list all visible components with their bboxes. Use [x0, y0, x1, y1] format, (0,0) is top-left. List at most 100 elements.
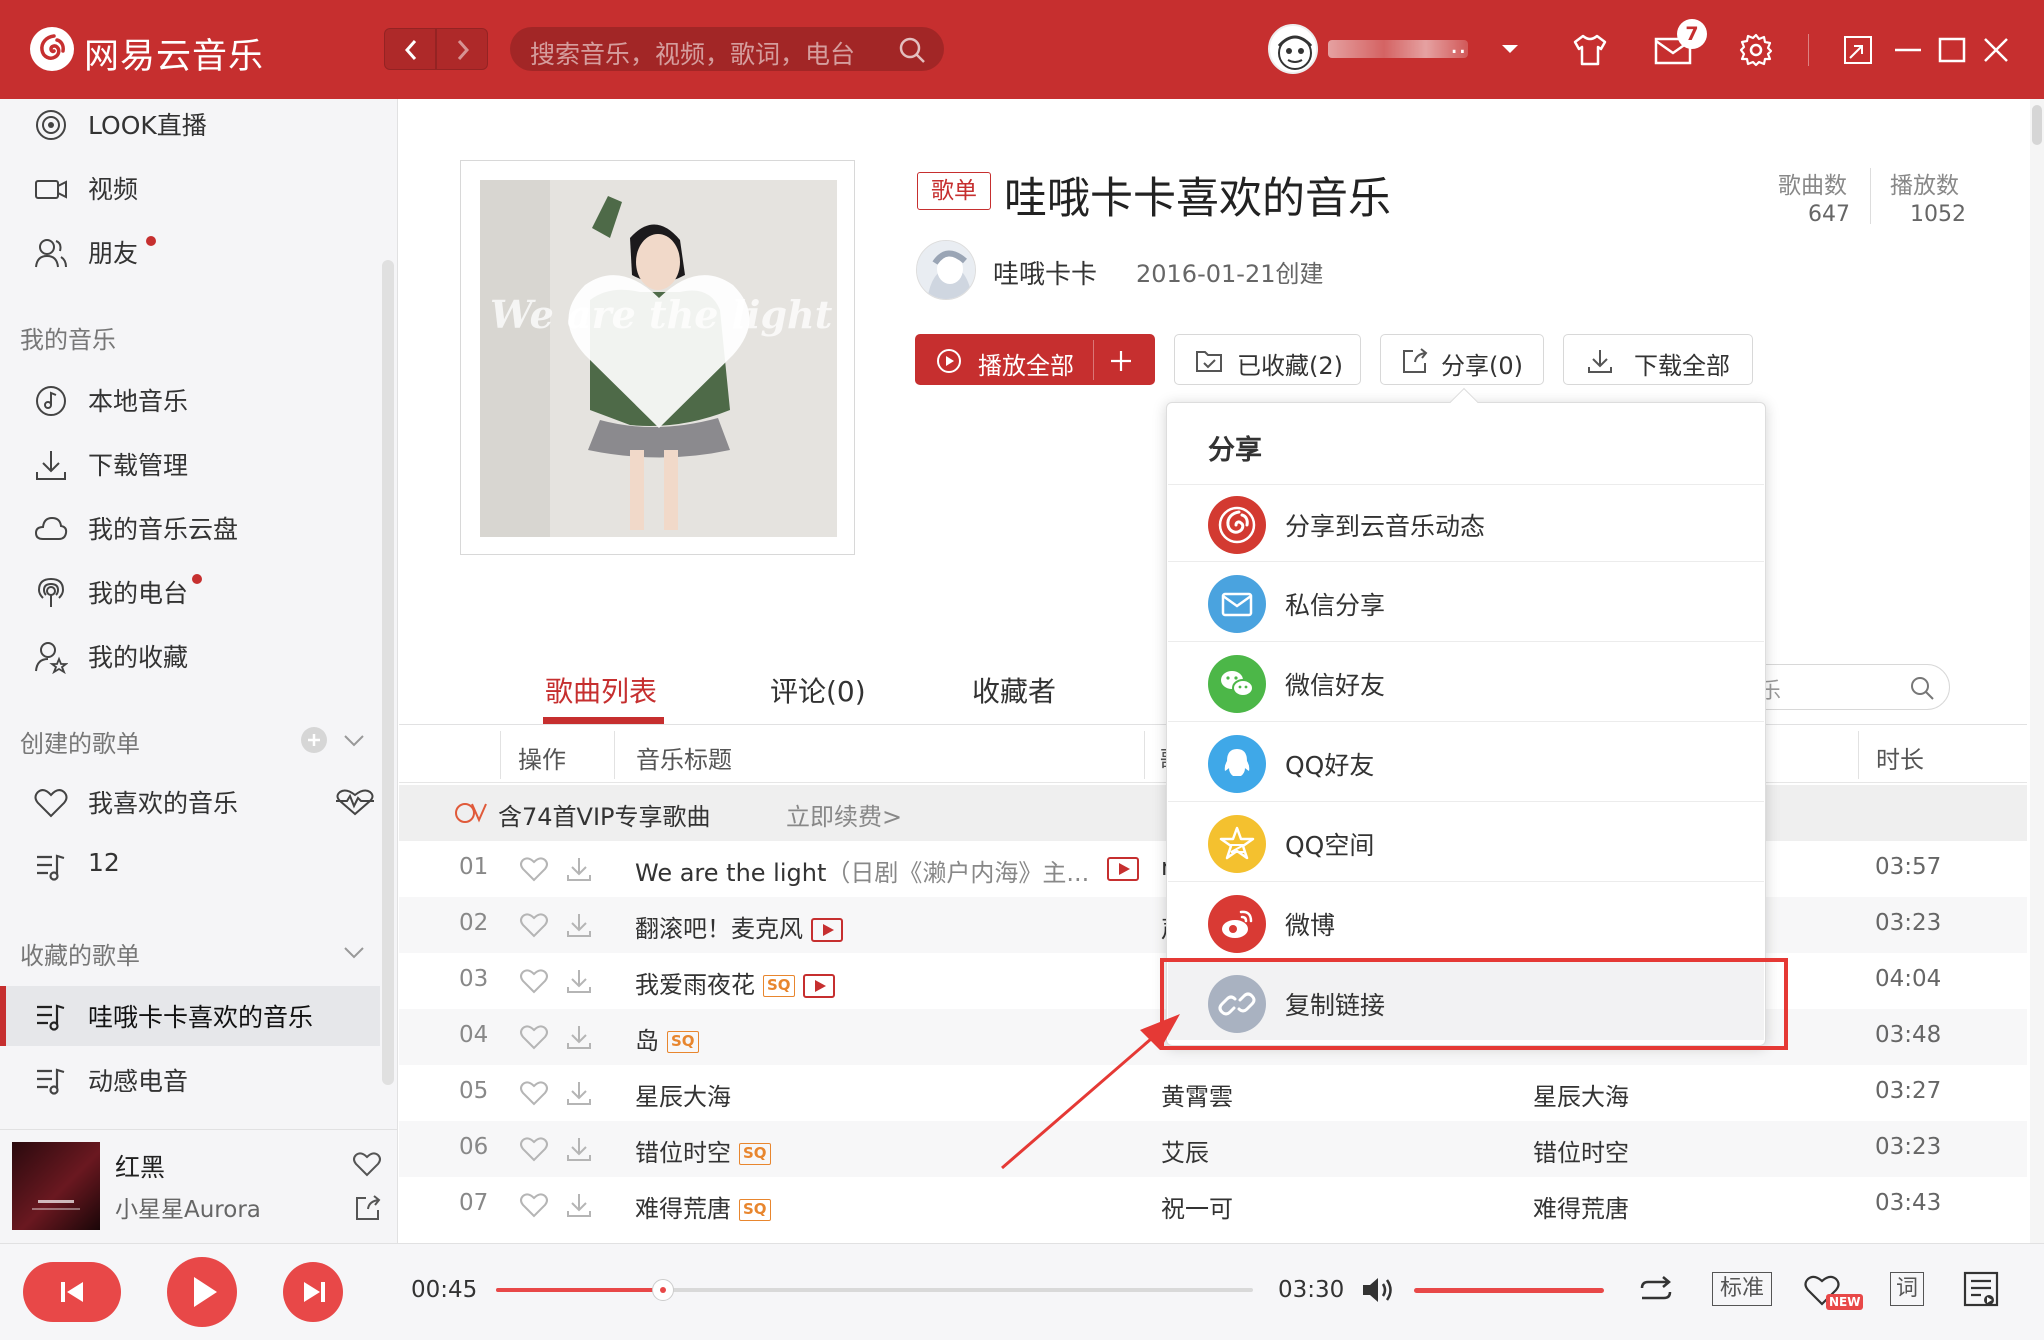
main-scrollbar[interactable] — [2030, 99, 2044, 1243]
play-all-button[interactable]: 播放全部 — [915, 334, 1155, 385]
sidebar-item-liked-music[interactable]: 我喜欢的音乐 — [0, 772, 380, 832]
share-private-message[interactable]: 私信分享 — [1168, 562, 1764, 640]
creator-avatar[interactable] — [916, 240, 976, 300]
sidebar-item-video[interactable]: 视频 — [0, 158, 380, 218]
sidebar-item-friends[interactable]: 朋友 — [0, 222, 380, 282]
share-weibo[interactable]: 微博 — [1168, 882, 1764, 960]
creator-name[interactable]: 哇哦卡卡 — [993, 254, 1097, 291]
download-icon[interactable] — [565, 1079, 593, 1107]
heartbeat-mode-icon[interactable]: NEW — [1802, 1270, 1864, 1310]
volume-slider[interactable] — [1414, 1288, 1604, 1293]
collected-button[interactable]: 已收藏(2) — [1174, 334, 1361, 385]
vip-renew-link[interactable]: 立即续费> — [786, 797, 902, 832]
now-playing-artist[interactable]: 小星星Aurora — [115, 1190, 261, 1224]
maximize-icon[interactable] — [1936, 34, 1968, 66]
back-button[interactable] — [384, 28, 436, 70]
download-icon[interactable] — [565, 911, 593, 939]
sidebar-item-local-music[interactable]: 本地音乐 — [0, 370, 380, 430]
close-icon[interactable] — [1980, 34, 2012, 66]
song-title: 星辰大海 — [635, 1083, 731, 1111]
mv-icon[interactable] — [1107, 857, 1139, 881]
download-icon[interactable] — [565, 1023, 593, 1051]
sidebar-item-playlist-12[interactable]: 12 — [0, 836, 380, 896]
song-album[interactable]: 星辰大海 — [1533, 1077, 1629, 1112]
download-icon[interactable] — [565, 1135, 593, 1163]
now-playing-title[interactable]: 红黑 — [115, 1148, 165, 1184]
sidebar-item-cloud[interactable]: 我的音乐云盘 — [0, 498, 380, 558]
sidebar-item-current-playlist[interactable]: 哇哦卡卡喜欢的音乐 — [0, 986, 380, 1046]
heart-icon[interactable] — [519, 912, 549, 938]
volume-icon[interactable] — [1360, 1274, 1398, 1306]
mv-icon[interactable] — [802, 974, 835, 998]
sidebar-item-downloads[interactable]: 下载管理 — [0, 434, 380, 494]
heartbeat-mode-icon[interactable] — [334, 788, 376, 816]
main-scrollbar-thumb[interactable] — [2032, 105, 2042, 145]
share-qq-friend[interactable]: QQ好友 — [1168, 722, 1764, 800]
sidebar-item-edm[interactable]: 动感电音 — [0, 1050, 380, 1110]
sidebar-scrollbar[interactable] — [382, 260, 394, 1085]
play-button[interactable] — [167, 1257, 237, 1327]
download-icon[interactable] — [565, 855, 593, 883]
chevron-down-icon[interactable] — [342, 732, 366, 748]
like-icon[interactable] — [352, 1150, 382, 1178]
playlist-cover[interactable]: We are the light — [480, 180, 837, 537]
search-icon[interactable] — [1909, 675, 1935, 701]
mv-icon[interactable] — [811, 918, 843, 942]
heart-icon[interactable] — [519, 1136, 549, 1162]
playlist-queue-icon[interactable] — [1962, 1270, 2000, 1308]
progress-handle[interactable] — [651, 1279, 674, 1301]
download-all-button[interactable]: 下载全部 — [1563, 334, 1753, 385]
chevron-down-icon[interactable] — [342, 944, 366, 960]
add-to-queue-icon[interactable] — [1108, 348, 1134, 374]
search-icon[interactable] — [898, 36, 926, 64]
user-dropdown-icon[interactable] — [1500, 42, 1520, 56]
next-button[interactable] — [283, 1262, 343, 1322]
tab-collectors[interactable]: 收藏者 — [972, 670, 1056, 710]
minimize-icon[interactable] — [1892, 34, 1924, 66]
song-album[interactable]: 难得荒唐 — [1533, 1189, 1629, 1224]
heart-icon[interactable] — [519, 1080, 549, 1106]
username-blurred[interactable] — [1328, 40, 1468, 58]
quality-button[interactable]: 标准 — [1712, 1272, 1772, 1306]
share-qzone[interactable]: QQ空间 — [1168, 802, 1764, 880]
song-artist[interactable]: 祝一可 — [1161, 1189, 1233, 1224]
sidebar-item-collection[interactable]: 我的收藏 — [0, 626, 380, 686]
sidebar-item-look-live[interactable]: LOOK直播 — [0, 94, 380, 154]
share-icon[interactable] — [354, 1194, 382, 1222]
mini-mode-icon[interactable] — [1842, 34, 1874, 66]
add-playlist-icon[interactable] — [300, 726, 328, 754]
column-header-title[interactable]: 音乐标题 — [636, 740, 732, 775]
song-album[interactable]: 错位时空 — [1533, 1133, 1629, 1168]
share-wechat-friend[interactable]: 微信好友 — [1168, 642, 1764, 720]
share-button[interactable]: 分享(0) — [1380, 334, 1544, 385]
share-item-label: 微信好友 — [1285, 671, 1386, 700]
playlist-search-input[interactable]: 乐 — [1738, 664, 1950, 710]
tab-comments[interactable]: 评论(0) — [770, 670, 866, 710]
sidebar-item-radio[interactable]: 我的电台 — [0, 562, 380, 622]
heart-icon[interactable] — [519, 1024, 549, 1050]
highlight-annotation — [1160, 958, 1788, 1050]
column-header-duration[interactable]: 时长 — [1876, 740, 1924, 775]
skin-icon[interactable] — [1572, 32, 1608, 68]
forward-button[interactable] — [436, 28, 488, 70]
tab-song-list[interactable]: 歌曲列表 — [545, 670, 657, 710]
heart-icon[interactable] — [519, 968, 549, 994]
previous-button[interactable] — [23, 1262, 121, 1322]
now-playing-cover[interactable] — [12, 1142, 100, 1230]
gear-icon[interactable] — [1738, 32, 1774, 68]
heart-icon[interactable] — [519, 856, 549, 882]
download-icon[interactable] — [565, 1191, 593, 1219]
table-row[interactable]: 07 难得荒唐 SQ 祝一可 难得荒唐 03:43 — [399, 1177, 2027, 1233]
share-to-netease-feed[interactable]: 分享到云音乐动态 — [1168, 483, 1764, 561]
table-row[interactable]: 06 错位时空 SQ 艾辰 错位时空 03:23 — [399, 1121, 2027, 1177]
repeat-icon[interactable] — [1636, 1274, 1676, 1306]
table-row[interactable]: 05 星辰大海 黄霄雲 星辰大海 03:27 — [399, 1065, 2027, 1121]
lyrics-button[interactable]: 词 — [1890, 1272, 1924, 1306]
heart-icon[interactable] — [519, 1192, 549, 1218]
video-icon — [34, 172, 68, 206]
download-icon[interactable] — [565, 967, 593, 995]
song-title: 岛 SQ — [635, 1021, 699, 1056]
playlist-title: 哇哦卡卡喜欢的音乐 — [1004, 174, 1391, 224]
user-avatar[interactable] — [1268, 24, 1318, 74]
column-header-ops[interactable]: 操作 — [518, 740, 566, 775]
